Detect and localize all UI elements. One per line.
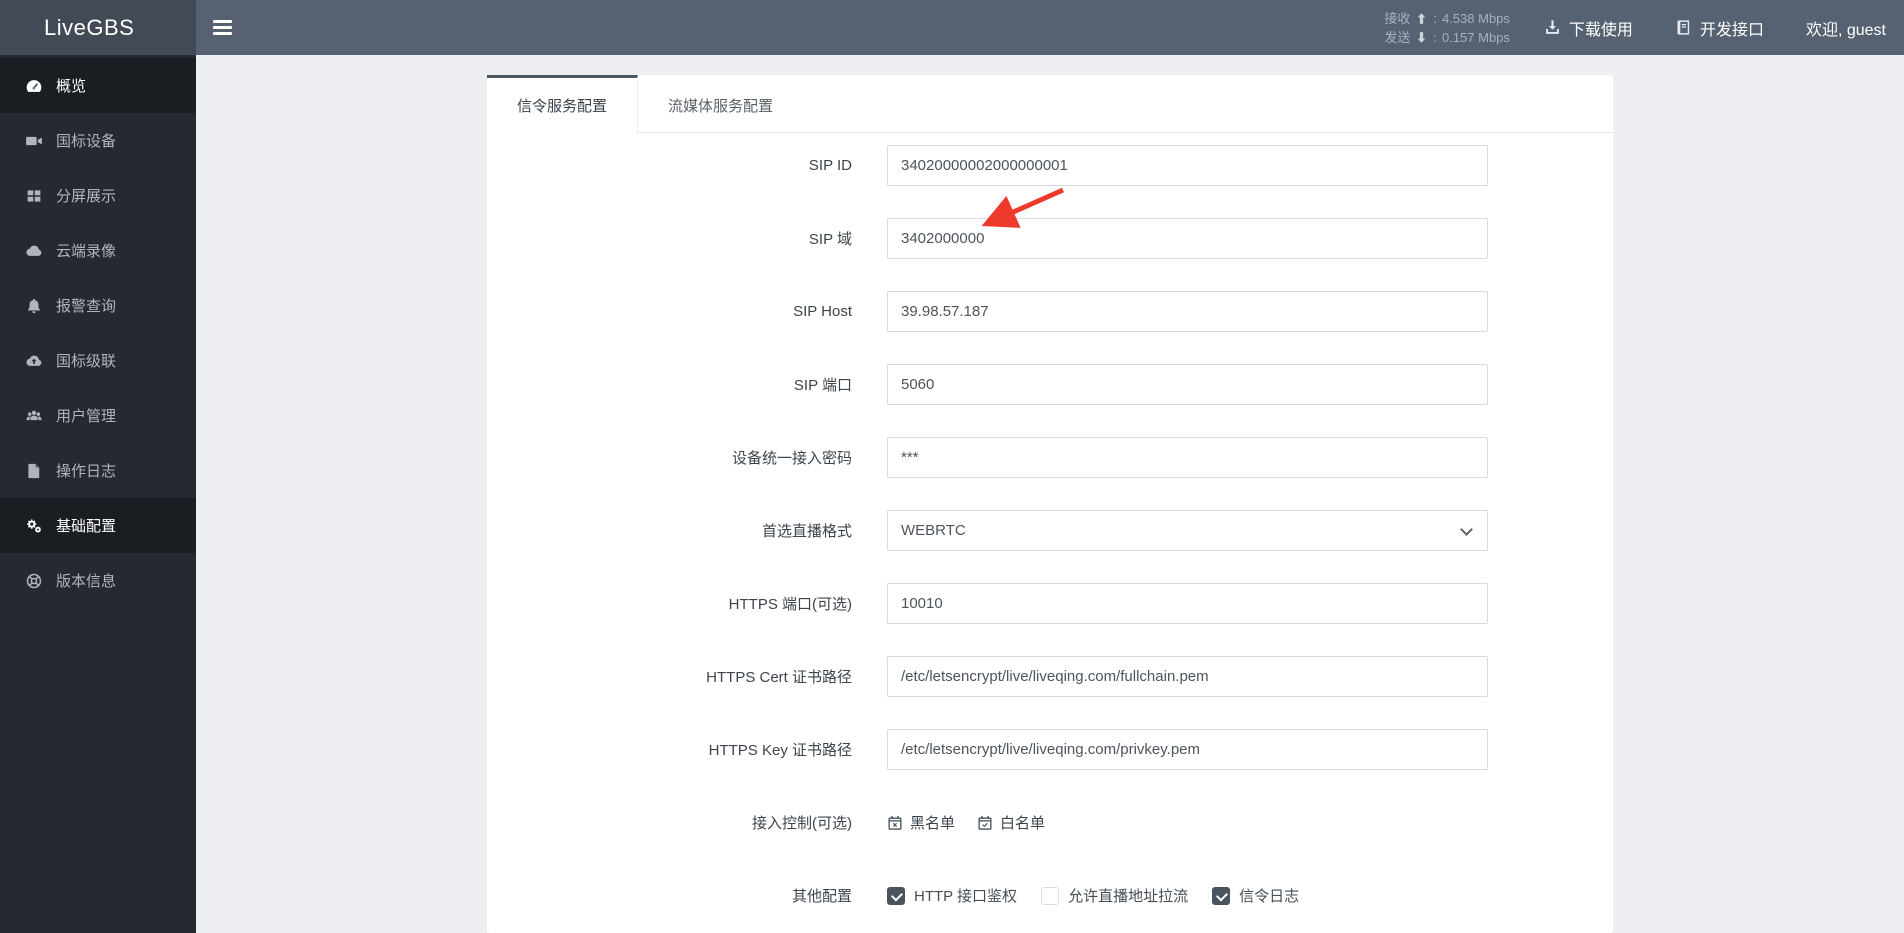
field-label: HTTPS 端口(可选) bbox=[728, 596, 852, 613]
sidebar-item-基础配置[interactable]: 基础配置 bbox=[0, 498, 196, 553]
send-rate: 发送:0.157 Mbps bbox=[1384, 29, 1510, 45]
sidebar-item-云端录像[interactable]: 云端录像 bbox=[0, 223, 196, 278]
form-row: SIP Host bbox=[487, 291, 1613, 332]
config-form: SIP ID SIP 域 SIP Host SIP 端口设备统一接入密码首选直播格式 W… bbox=[487, 133, 1613, 916]
input-SIP Host[interactable] bbox=[887, 291, 1488, 332]
input-SIP ID[interactable] bbox=[887, 145, 1488, 186]
receive-rate: 接收:4.538 Mbps bbox=[1384, 10, 1510, 26]
hamburger-icon bbox=[212, 20, 232, 23]
form-row: SIP 端口 bbox=[487, 364, 1613, 405]
form-row: 其他配置 HTTP 接口鉴权 允许直播地址拉流 信令日志 bbox=[487, 875, 1613, 916]
field-label: SIP 端口 bbox=[793, 377, 852, 394]
白名单-button[interactable]: 白名单 bbox=[977, 812, 1045, 833]
tab-流媒体服务配置[interactable]: 流媒体服务配置 bbox=[638, 75, 803, 132]
form-row: SIP ID bbox=[487, 145, 1613, 186]
input-HTTPS Cert 证书路径[interactable] bbox=[887, 656, 1488, 697]
gears-icon bbox=[25, 517, 43, 535]
sidebar-item-用户管理[interactable]: 用户管理 bbox=[0, 388, 196, 443]
config-card: 信令服务配置流媒体服务配置 SIP ID SIP 域 SIP Host SIP 端口设… bbox=[487, 75, 1613, 933]
video-camera-icon bbox=[25, 132, 43, 150]
sidebar-item-报警查询[interactable]: 报警查询 bbox=[0, 278, 196, 333]
cloud-icon bbox=[25, 242, 43, 260]
select-首选直播格式[interactable]: WEBRTC bbox=[887, 510, 1488, 551]
cloud-upload-icon bbox=[25, 352, 43, 370]
main-content: 信令服务配置流媒体服务配置 SIP ID SIP 域 SIP Host SIP 端口设… bbox=[196, 55, 1904, 933]
form-row: 接入控制(可选) 黑名单 白名单 bbox=[487, 802, 1613, 843]
form-row: 设备统一接入密码 bbox=[487, 437, 1613, 478]
bell-icon bbox=[25, 297, 43, 315]
sidebar-toggle-button[interactable] bbox=[196, 0, 248, 55]
chevron-down-icon bbox=[1460, 523, 1473, 536]
input-HTTPS Key 证书路径[interactable] bbox=[887, 729, 1488, 770]
field-label: SIP 域 bbox=[808, 231, 852, 248]
checkbox-HTTP 接口鉴权[interactable]: HTTP 接口鉴权 bbox=[887, 885, 1017, 906]
input-设备统一接入密码[interactable] bbox=[887, 437, 1488, 478]
calendar-check-icon bbox=[977, 814, 993, 831]
users-icon bbox=[25, 407, 43, 425]
黑名单-button[interactable]: 黑名单 bbox=[887, 812, 955, 833]
arrow-up-icon bbox=[1415, 12, 1428, 25]
field-label: 设备统一接入密码 bbox=[731, 450, 852, 467]
field-label: SIP ID bbox=[808, 157, 852, 174]
sidebar-item-版本信息[interactable]: 版本信息 bbox=[0, 553, 196, 608]
book-icon bbox=[1675, 19, 1692, 36]
welcome-user[interactable]: 欢迎, guest bbox=[1806, 16, 1886, 40]
input-SIP 端口[interactable] bbox=[887, 364, 1488, 405]
checkbox-box[interactable] bbox=[1041, 886, 1060, 905]
dashboard-icon bbox=[25, 77, 43, 95]
calendar-x-icon bbox=[887, 814, 903, 831]
arrow-down-icon bbox=[1415, 31, 1428, 44]
sidebar-nav: 概览 国标设备 分屏展示 云端录像 报警查询 国标级联 用户管理 操作日志 基础配置 版本信息 bbox=[0, 55, 196, 933]
sidebar-item-国标级联[interactable]: 国标级联 bbox=[0, 333, 196, 388]
file-icon bbox=[25, 462, 43, 480]
dev-api-link[interactable]: 开发接口 bbox=[1675, 16, 1764, 40]
field-label: 接入控制(可选) bbox=[752, 815, 852, 832]
checkbox-box[interactable] bbox=[887, 886, 905, 905]
checkbox-允许直播地址拉流[interactable]: 允许直播地址拉流 bbox=[1041, 885, 1188, 906]
field-label: HTTPS Cert 证书路径 bbox=[706, 669, 852, 686]
tab-信令服务配置[interactable]: 信令服务配置 bbox=[487, 75, 639, 133]
download-icon bbox=[1544, 19, 1561, 36]
checkbox-box[interactable] bbox=[1212, 886, 1231, 905]
field-label: SIP Host bbox=[793, 303, 852, 320]
grid-icon bbox=[25, 187, 43, 205]
version-icon bbox=[25, 572, 43, 590]
field-label: 首选直播格式 bbox=[761, 523, 852, 540]
sidebar-item-操作日志[interactable]: 操作日志 bbox=[0, 443, 196, 498]
sidebar-item-国标设备[interactable]: 国标设备 bbox=[0, 113, 196, 168]
form-row: HTTPS 端口(可选) bbox=[487, 583, 1613, 624]
sidebar-item-概览[interactable]: 概览 bbox=[0, 58, 196, 113]
input-SIP 域[interactable] bbox=[887, 218, 1488, 259]
download-usage-link[interactable]: 下载使用 bbox=[1544, 16, 1633, 40]
field-label: HTTPS Key 证书路径 bbox=[708, 742, 852, 759]
app-logo[interactable]: LiveGBS bbox=[0, 0, 196, 55]
checkbox-信令日志[interactable]: 信令日志 bbox=[1212, 885, 1299, 906]
config-tabs: 信令服务配置 流媒体服务配置 bbox=[487, 75, 1613, 133]
form-row: 首选直播格式 WEBRTC bbox=[487, 510, 1613, 551]
form-row: SIP 域 bbox=[487, 218, 1613, 259]
input-HTTPS 端口(可选)[interactable] bbox=[887, 583, 1488, 624]
field-label: 其他配置 bbox=[791, 888, 852, 905]
form-row: HTTPS Key 证书路径 bbox=[487, 729, 1613, 770]
sidebar-item-分屏展示[interactable]: 分屏展示 bbox=[0, 168, 196, 223]
form-row: HTTPS Cert 证书路径 bbox=[487, 656, 1613, 697]
network-stats: 接收:4.538 Mbps 发送:0.157 Mbps bbox=[1384, 9, 1510, 47]
top-header: LiveGBS 接收:4.538 Mbps 发送:0.157 Mbps 下载使用 开… bbox=[0, 0, 1904, 55]
